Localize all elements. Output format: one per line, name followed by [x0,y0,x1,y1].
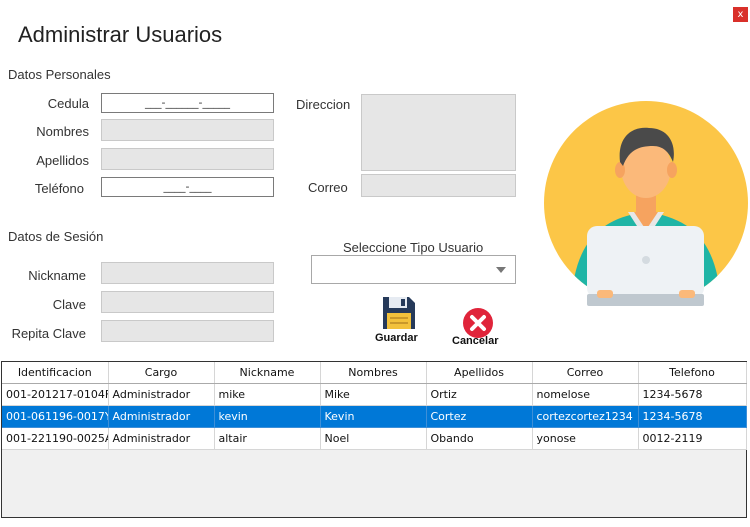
col-identificacion[interactable]: Identificacion [2,362,109,384]
telefono-field[interactable]: ____-____ [101,177,274,197]
tipo-usuario-select[interactable] [311,255,516,284]
nombres-label: Nombres [36,124,89,139]
cell-identificacion[interactable]: 001-221190-0025A [2,427,109,450]
nombres-field[interactable] [101,119,274,141]
cedula-label: Cedula [47,96,89,111]
tipo-usuario-label: Seleccione Tipo Usuario [343,240,484,255]
cell-cargo[interactable]: Administrador [108,383,215,406]
cell-nombres[interactable]: Kevin [320,405,427,428]
floppy-disk-icon [383,297,415,329]
users-table[interactable]: Identificacion Cargo Nickname Nombres Ap… [1,361,747,518]
apellidos-field[interactable] [101,148,274,170]
cell-apellidos[interactable]: Ortiz [426,383,533,406]
cell-nickname[interactable]: kevin [214,405,321,428]
repita-clave-label: Repita Clave [11,326,86,341]
cancel-button[interactable]: Cancelar [449,305,507,349]
cell-apellidos[interactable]: Cortez [426,405,533,428]
col-nombres[interactable]: Nombres [320,362,427,384]
telefono-label: Teléfono [34,181,84,196]
clave-label: Clave [52,297,86,312]
table-row[interactable]: 001-221190-0025A Administrador altair No… [2,427,747,450]
cell-correo[interactable]: nomelose [532,383,639,406]
cedula-field[interactable]: ___-______-_____ [101,93,274,113]
col-nickname[interactable]: Nickname [214,362,321,384]
cell-identificacion[interactable]: 001-201217-0104F [2,383,109,406]
clave-field[interactable] [101,291,274,313]
cell-apellidos[interactable]: Obando [426,427,533,450]
cell-telefono[interactable]: 0012-2119 [638,427,747,450]
chevron-down-icon [496,267,506,273]
col-telefono[interactable]: Telefono [638,362,747,384]
cell-cargo[interactable]: Administrador [108,405,215,428]
close-button[interactable]: x [733,7,748,22]
nickname-field[interactable] [101,262,274,284]
user-avatar-illustration [544,101,748,306]
repita-clave-field[interactable] [101,320,274,342]
cell-correo[interactable]: yonose [532,427,639,450]
cell-nombres[interactable]: Noel [320,427,427,450]
direccion-label: Direccion [296,97,351,112]
table-row[interactable]: 001-201217-0104F Administrador mike Mike… [2,383,747,406]
table-row-selected[interactable]: 001-061196-0017Y Administrador kevin Kev… [2,405,747,428]
cell-identificacion[interactable]: 001-061196-0017Y [2,405,109,428]
cell-cargo[interactable]: Administrador [108,427,215,450]
apellidos-label: Apellidos [36,153,89,168]
save-button[interactable]: Guardar [370,295,426,347]
save-button-label: Guardar [375,332,418,344]
col-cargo[interactable]: Cargo [108,362,215,384]
col-apellidos[interactable]: Apellidos [426,362,533,384]
session-data-heading: Datos de Sesión [8,229,104,244]
table-header-row: Identificacion Cargo Nickname Nombres Ap… [2,362,747,384]
cell-telefono[interactable]: 1234-5678 [638,405,747,428]
personal-data-heading: Datos Personales [8,67,111,82]
direccion-field[interactable] [361,94,516,171]
page-title: Administrar Usuarios [18,22,223,47]
nickname-label: Nickname [28,268,86,283]
col-correo[interactable]: Correo [532,362,639,384]
correo-label: Correo [308,180,348,195]
cell-telefono[interactable]: 1234-5678 [638,383,747,406]
cell-nickname[interactable]: altair [214,427,321,450]
cell-nombres[interactable]: Mike [320,383,427,406]
cell-nickname[interactable]: mike [214,383,321,406]
correo-field[interactable] [361,174,516,197]
cell-correo[interactable]: cortezcortez1234 [532,405,639,428]
cancel-button-label: Cancelar [452,335,499,347]
